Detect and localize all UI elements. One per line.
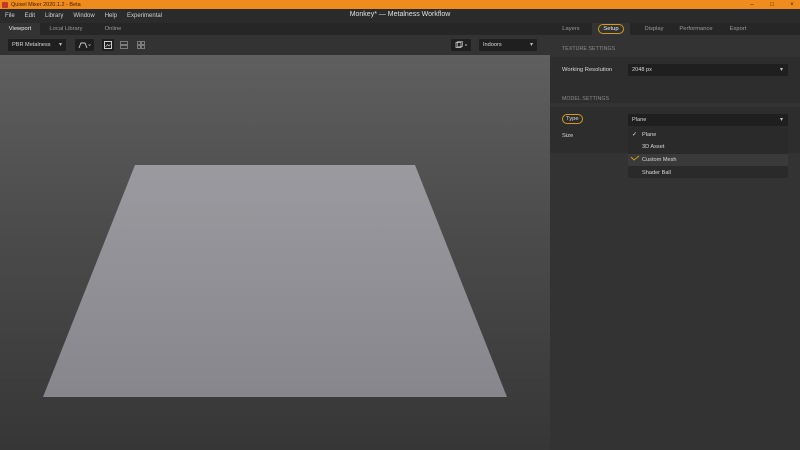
model-settings-header: MODEL SETTINGS	[562, 96, 610, 102]
chevron-down-icon: ▾	[529, 42, 533, 48]
menu-file[interactable]: File	[0, 13, 20, 19]
menu-bar: File Edit Library Window Help Experiment…	[0, 9, 800, 23]
menu-experimental[interactable]: Experimental	[122, 13, 167, 19]
tab-setup-label: Setup	[598, 24, 624, 34]
close-button[interactable]: ×	[788, 2, 796, 8]
menu-help[interactable]: Help	[100, 13, 122, 19]
option-plane-label: Plane	[642, 132, 657, 138]
checkmark-icon: ✓	[632, 132, 638, 138]
texture-settings-header: TEXTURE SETTINGS	[562, 46, 616, 52]
option-3d-asset[interactable]: 3D Asset	[628, 141, 788, 153]
camera-view-icon	[78, 42, 91, 49]
menu-edit[interactable]: Edit	[20, 13, 40, 19]
window-controls: – □ ×	[748, 0, 796, 9]
material-dropdown[interactable]: PBR Metalness ▾	[8, 39, 66, 51]
chevron-down-icon: ▾	[779, 117, 783, 123]
chevron-down-icon: ▾	[779, 67, 783, 73]
tab-export[interactable]: Export	[720, 23, 756, 35]
setup-panel: Layers Setup Display Performance Export …	[550, 23, 800, 450]
type-dropdown-value: Plane	[632, 117, 647, 123]
type-label-text: Type	[562, 114, 583, 124]
working-resolution-value: 2048 px	[632, 67, 652, 73]
tab-online[interactable]: Online	[92, 23, 134, 35]
working-resolution-label: Working Resolution	[562, 67, 613, 73]
type-dropdown[interactable]: Plane ▾	[628, 114, 788, 126]
single-view-button[interactable]	[102, 39, 114, 51]
viewport-toolbar: PBR Metalness ▾ Indoors ▾	[0, 35, 550, 55]
tab-performance[interactable]: Performance	[674, 23, 718, 35]
maximize-button[interactable]: □	[768, 2, 776, 8]
material-dropdown-value: PBR Metalness	[12, 42, 51, 48]
single-view-icon	[104, 41, 112, 49]
grid-view-icon	[137, 41, 145, 49]
3d-viewport[interactable]	[0, 55, 550, 450]
chevron-down-icon: ▾	[58, 42, 62, 48]
plane-mesh-preview	[43, 165, 507, 397]
render-mode-icon	[455, 41, 467, 48]
title-bar: Quixel Mixer 2020.1.2 - Beta – □ ×	[0, 0, 800, 9]
tab-local-library[interactable]: Local Library	[40, 23, 92, 35]
working-resolution-dropdown[interactable]: 2048 px ▾	[628, 64, 788, 76]
menu-library[interactable]: Library	[40, 13, 68, 19]
option-shader-ball[interactable]: Shader Ball	[628, 167, 788, 179]
tab-setup[interactable]: Setup	[592, 23, 630, 35]
option-custom-mesh[interactable]: Custom Mesh	[628, 154, 788, 166]
viewport-tabs: Viewport Local Library Online	[0, 23, 550, 35]
menu-window[interactable]: Window	[68, 13, 99, 19]
app-title: Quixel Mixer 2020.1.2 - Beta	[11, 1, 81, 8]
type-label: Type	[562, 114, 583, 124]
grid-view-button[interactable]	[135, 39, 147, 51]
size-label: Size	[562, 133, 574, 139]
option-plane[interactable]: ✓ Plane	[628, 129, 788, 141]
environment-dropdown[interactable]: Indoors ▾	[479, 39, 537, 51]
option-custom-mesh-label: Custom Mesh	[642, 157, 677, 163]
option-3d-asset-label: 3D Asset	[642, 144, 665, 150]
panel-tabs: Layers Setup Display Performance Export	[550, 23, 800, 35]
render-mode-button[interactable]	[451, 39, 471, 51]
viewport-area: Viewport Local Library Online PBR Metaln…	[0, 23, 550, 450]
annotation-check-icon	[630, 155, 640, 161]
tab-layers[interactable]: Layers	[550, 23, 592, 35]
tab-viewport[interactable]: Viewport	[0, 23, 40, 35]
environment-dropdown-value: Indoors	[483, 42, 502, 48]
app-logo-icon	[2, 1, 8, 8]
minimize-button[interactable]: –	[748, 2, 756, 8]
type-options-list: ✓ Plane 3D Asset Custom Mesh Shader Ball	[628, 126, 788, 178]
camera-view-button[interactable]	[75, 39, 94, 51]
option-shader-ball-label: Shader Ball	[642, 170, 671, 176]
split-view-icon	[120, 41, 128, 49]
split-view-button[interactable]	[118, 39, 130, 51]
tab-display[interactable]: Display	[634, 23, 674, 35]
